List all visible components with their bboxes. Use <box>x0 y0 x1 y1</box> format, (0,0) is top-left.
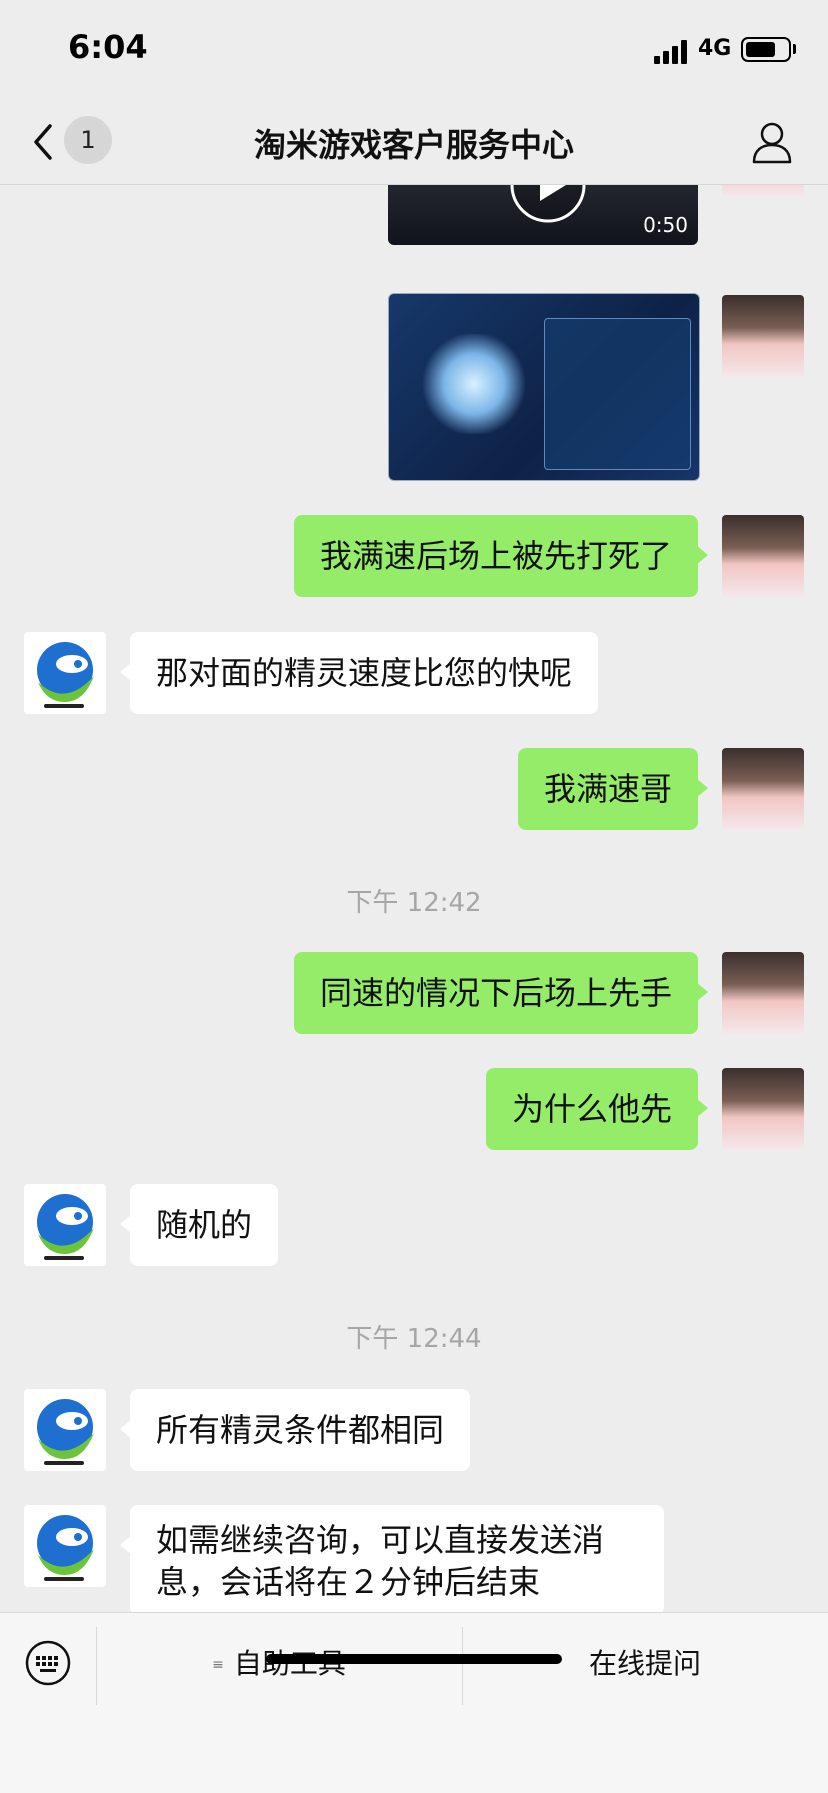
message-bubble[interactable]: 我满速后场上被先打死了 <box>293 515 709 597</box>
play-icon <box>510 185 586 223</box>
service-logo-icon <box>37 1194 94 1260</box>
screenshot-message[interactable] <box>388 293 700 481</box>
service-avatar[interactable] <box>24 1184 106 1266</box>
network-type: 4G <box>698 36 732 61</box>
user-avatar[interactable] <box>722 1068 804 1150</box>
battery-icon <box>741 37 791 62</box>
menu-icon: ≡ <box>212 1657 224 1673</box>
chat-area[interactable]: 0:50 我满速后场上被先打死了 那对面的精灵速度比您的快呢 我满速哥 下午 1… <box>0 185 828 1612</box>
creature-image <box>419 334 529 434</box>
ask-online-button[interactable]: 在线提问 <box>462 1639 828 1689</box>
self-help-tools-button[interactable]: ≡自助工具 <box>96 1639 462 1689</box>
page-title: 淘米游戏客户服务中心 <box>253 126 574 164</box>
keyboard-icon[interactable] <box>24 1639 72 1687</box>
service-logo-icon <box>37 1399 94 1465</box>
user-avatar[interactable] <box>722 952 804 1034</box>
video-message[interactable]: 0:50 <box>388 185 698 245</box>
bottom-menu-bar: ≡自助工具 在线提问 <box>0 1612 828 1793</box>
message-bubble[interactable]: 我满速哥 <box>517 748 709 830</box>
service-logo-icon <box>37 642 94 708</box>
status-time: 6:04 <box>68 28 148 66</box>
user-avatar[interactable] <box>722 185 804 197</box>
message-bubble[interactable]: 如需继续咨询，可以直接发送消息，会话将在２分钟后结束 <box>120 1505 664 1612</box>
home-indicator[interactable] <box>266 1654 562 1664</box>
battery-cap <box>793 44 796 54</box>
video-duration: 0:50 <box>643 213 688 237</box>
ask-online-label: 在线提问 <box>588 1647 701 1680</box>
message-bubble[interactable]: 同速的情况下后场上先手 <box>293 952 709 1034</box>
message-bubble[interactable]: 那对面的精灵速度比您的快呢 <box>119 632 599 714</box>
person-icon[interactable] <box>748 118 796 166</box>
status-bar: 6:04 4G <box>0 0 828 100</box>
user-avatar[interactable] <box>722 748 804 830</box>
service-avatar[interactable] <box>24 632 106 714</box>
service-avatar[interactable] <box>24 1389 106 1471</box>
message-bubble[interactable]: 所有精灵条件都相同 <box>119 1389 471 1471</box>
stats-panel <box>544 318 691 470</box>
service-avatar[interactable] <box>24 1505 106 1587</box>
timestamp: 下午 12:42 <box>346 888 482 918</box>
message-bubble[interactable]: 随机的 <box>119 1184 279 1266</box>
user-avatar[interactable] <box>722 515 804 597</box>
nav-bar: 1 淘米游戏客户服务中心 <box>0 100 828 185</box>
timestamp: 下午 12:44 <box>346 1324 482 1354</box>
service-logo-icon <box>37 1515 94 1581</box>
user-avatar[interactable] <box>722 295 804 377</box>
signal-icon <box>654 40 688 64</box>
message-bubble[interactable]: 为什么他先 <box>485 1068 709 1150</box>
